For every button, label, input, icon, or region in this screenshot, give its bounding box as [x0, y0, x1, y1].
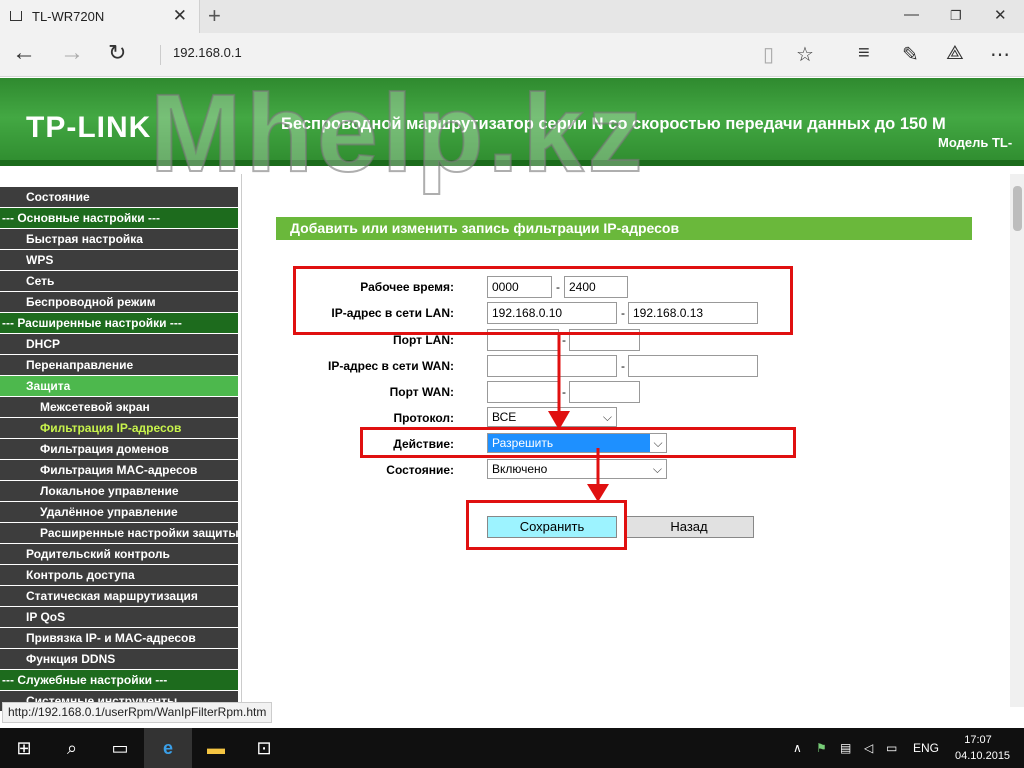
- annotation-arrows: [548, 335, 609, 502]
- store-icon[interactable]: ⊡: [240, 728, 288, 768]
- network-status-icon[interactable]: ⚑: [816, 728, 827, 768]
- taskbar: ⊞ ⌕ ▭ e ▬ ⊡ ∧ ⚑ ▤ ◁ ▭ ENG 17:07 04.10.20…: [0, 728, 1024, 768]
- content-scrollbar[interactable]: [1010, 174, 1024, 707]
- start-icon[interactable]: ⊞: [0, 728, 48, 768]
- arrow-head-1: [548, 411, 570, 430]
- clock-time: 17:07: [964, 734, 992, 746]
- clock[interactable]: 17:07 04.10.2015: [955, 732, 1011, 764]
- search-icon[interactable]: ⌕: [48, 728, 96, 768]
- status-url: http://192.168.0.1/userRpm/WanIpFilterRp…: [2, 702, 273, 723]
- language-indicator[interactable]: ENG: [913, 728, 939, 768]
- network-icon[interactable]: ▤: [840, 728, 851, 768]
- chevron-up-icon[interactable]: ∧: [793, 728, 802, 768]
- arrow-head-2: [587, 484, 609, 502]
- notification-icon[interactable]: ▭: [886, 728, 897, 768]
- folder-icon[interactable]: ▬: [192, 728, 240, 768]
- edge-icon[interactable]: e: [144, 728, 192, 768]
- scrollbar-thumb[interactable]: [1013, 186, 1022, 231]
- volume-icon[interactable]: ◁: [864, 728, 873, 768]
- clock-date: 04.10.2015: [955, 750, 1011, 762]
- task-view-icon[interactable]: ▭: [96, 728, 144, 768]
